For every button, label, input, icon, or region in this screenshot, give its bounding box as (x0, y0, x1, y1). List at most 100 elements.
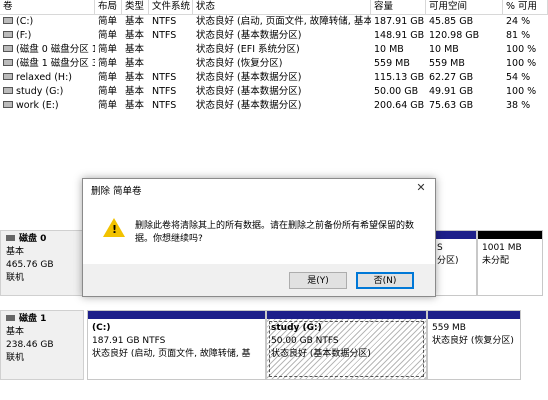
col-header-free[interactable]: 可用空间 (426, 0, 503, 14)
table-row[interactable]: relaxed (H:) 简单 基本 NTFS 状态良好 (基本数据分区) 11… (0, 71, 548, 85)
partition-text: study (G:) 50.00 GB NTFS 状态良好 (基本数据分区) (271, 322, 424, 361)
disk-0-unallocated[interactable]: 1001 MB 未分配 (477, 230, 543, 296)
col-header-type[interactable]: 类型 (122, 0, 149, 14)
volume-fs: NTFS (152, 100, 177, 111)
volume-free: 49.91 GB (429, 86, 474, 97)
volume-pct: 81 % (506, 30, 531, 41)
volume-free: 120.98 GB (429, 30, 480, 41)
partition-size: 1001 MB (482, 243, 522, 253)
disk-1-partition-study-selected[interactable]: study (G:) 50.00 GB NTFS 状态良好 (基本数据分区) (266, 310, 427, 380)
table-row[interactable]: (磁盘 0 磁盘分区 1) 简单 基本 状态良好 (EFI 系统分区) 10 M… (0, 43, 548, 57)
drive-icon (3, 45, 13, 52)
volume-type: 基本 (125, 58, 145, 69)
volume-layout: 简单 (98, 16, 118, 27)
disk-1-label[interactable]: 磁盘 1 基本 238.46 GB 联机 (0, 310, 84, 380)
warning-icon: ! (103, 218, 125, 237)
partition-text: 1001 MB 未分配 (482, 242, 540, 268)
volume-free: 45.85 GB (429, 16, 474, 27)
volume-status: 状态良好 (基本数据分区) (196, 30, 302, 41)
disk-size: 465.76 GB (6, 260, 54, 270)
volume-name-cell: (C:) (0, 15, 95, 29)
volume-status: 状态良好 (基本数据分区) (196, 72, 302, 83)
volume-layout: 简单 (98, 58, 118, 69)
col-header-filesystem[interactable]: 文件系统 (149, 0, 193, 14)
volume-pct: 54 % (506, 72, 531, 83)
col-header-status[interactable]: 状态 (193, 0, 371, 14)
dialog-footer: 是(Y) 否(N) (83, 264, 435, 296)
volume-free: 62.27 GB (429, 72, 474, 83)
disk-type: 基本 (6, 327, 25, 337)
col-header-capacity[interactable]: 容量 (371, 0, 426, 14)
volume-status: 状态良好 (基本数据分区) (196, 86, 302, 97)
disk-state: 联机 (6, 273, 25, 283)
yes-button[interactable]: 是(Y) (289, 272, 347, 289)
disk-1-partition-recovery[interactable]: 559 MB 状态良好 (恢复分区) (427, 310, 521, 380)
disk-size: 238.46 GB (6, 340, 54, 350)
volume-pct: 38 % (506, 100, 531, 111)
partition-status: 状态良好 (基本数据分区) (271, 349, 371, 359)
volume-layout: 简单 (98, 44, 118, 55)
volume-pct: 100 % (506, 44, 537, 55)
volume-type: 基本 (125, 30, 145, 41)
partition-bar (267, 311, 426, 319)
volume-capacity: 200.64 GB (374, 100, 425, 111)
table-row[interactable]: study (G:) 简单 基本 NTFS 状态良好 (基本数据分区) 50.0… (0, 85, 548, 99)
volume-layout: 简单 (98, 30, 118, 41)
close-icon[interactable]: ✕ (413, 180, 429, 196)
partition-line: 分区) (437, 256, 459, 266)
volume-list-header: 卷 布局 类型 文件系统 状态 容量 可用空间 % 可用 (0, 0, 548, 15)
volume-name: study (G:) (16, 86, 64, 97)
partition-title: study (G:) (271, 323, 322, 333)
partition-status: 状态良好 (恢复分区) (432, 336, 514, 346)
volume-name-cell: (磁盘 0 磁盘分区 1) (0, 43, 95, 57)
drive-icon (3, 87, 13, 94)
disk-state: 联机 (6, 353, 25, 363)
volume-free: 75.63 GB (429, 100, 474, 111)
disk-name: 磁盘 0 (19, 234, 47, 244)
partition-bar (431, 231, 476, 239)
volume-name: (F:) (16, 30, 32, 41)
volume-layout: 简单 (98, 100, 118, 111)
volume-layout: 简单 (98, 86, 118, 97)
table-row[interactable]: (F:) 简单 基本 NTFS 状态良好 (基本数据分区) 148.91 GB … (0, 29, 548, 43)
volume-type: 基本 (125, 44, 145, 55)
volume-name-cell: study (G:) (0, 85, 95, 99)
drive-icon (3, 73, 13, 80)
volume-capacity: 559 MB (374, 58, 410, 69)
volume-pct: 100 % (506, 86, 537, 97)
partition-status: 状态良好 (启动, 页面文件, 故障转储, 基 (92, 349, 251, 359)
volume-type: 基本 (125, 16, 145, 27)
partition-detail: 50.00 GB NTFS (271, 336, 339, 346)
volume-name-cell: (磁盘 1 磁盘分区 3) (0, 57, 95, 71)
table-row[interactable]: work (E:) 简单 基本 NTFS 状态良好 (基本数据分区) 200.6… (0, 99, 548, 113)
volume-capacity: 187.91 GB (374, 16, 425, 27)
col-header-layout[interactable]: 布局 (95, 0, 122, 14)
volume-fs: NTFS (152, 72, 177, 83)
volume-status: 状态良好 (恢复分区) (196, 58, 283, 69)
volume-fs (149, 57, 193, 71)
volume-layout: 简单 (98, 72, 118, 83)
table-row[interactable]: (C:) 简单 基本 NTFS 状态良好 (启动, 页面文件, 故障转储, 基本… (0, 15, 548, 29)
partition-detail: 559 MB (432, 323, 466, 333)
volume-fs: NTFS (152, 16, 177, 27)
volume-status: 状态良好 (基本数据分区) (196, 100, 302, 111)
disk-1-partition-c[interactable]: (C:) 187.91 GB NTFS 状态良好 (启动, 页面文件, 故障转储… (87, 310, 266, 380)
col-header-volume[interactable]: 卷 (0, 0, 95, 14)
no-button[interactable]: 否(N) (356, 272, 414, 289)
drive-icon (3, 101, 13, 108)
disk-0-label[interactable]: 磁盘 0 基本 465.76 GB 联机 (0, 230, 84, 296)
col-header-percent-free[interactable]: % 可用 (503, 0, 548, 14)
partition-bar (478, 231, 542, 239)
volume-type: 基本 (125, 86, 145, 97)
disk-0-partition-partial[interactable]: S 分区) (430, 230, 477, 296)
drive-icon (3, 17, 13, 24)
volume-capacity: 10 MB (374, 44, 404, 55)
volume-capacity: 115.13 GB (374, 72, 425, 83)
dialog-title: 删除 简单卷 (91, 186, 142, 197)
partition-line: S (437, 243, 443, 253)
drive-icon (3, 31, 13, 38)
dialog-message: 删除此卷将清除其上的所有数据。请在删除之前备份所有希望保留的数据。你想继续吗? (135, 221, 415, 244)
table-row[interactable]: (磁盘 1 磁盘分区 3) 简单 基本 状态良好 (恢复分区) 559 MB 5… (0, 57, 548, 71)
drive-icon (3, 59, 13, 66)
volume-name: (C:) (16, 16, 34, 27)
